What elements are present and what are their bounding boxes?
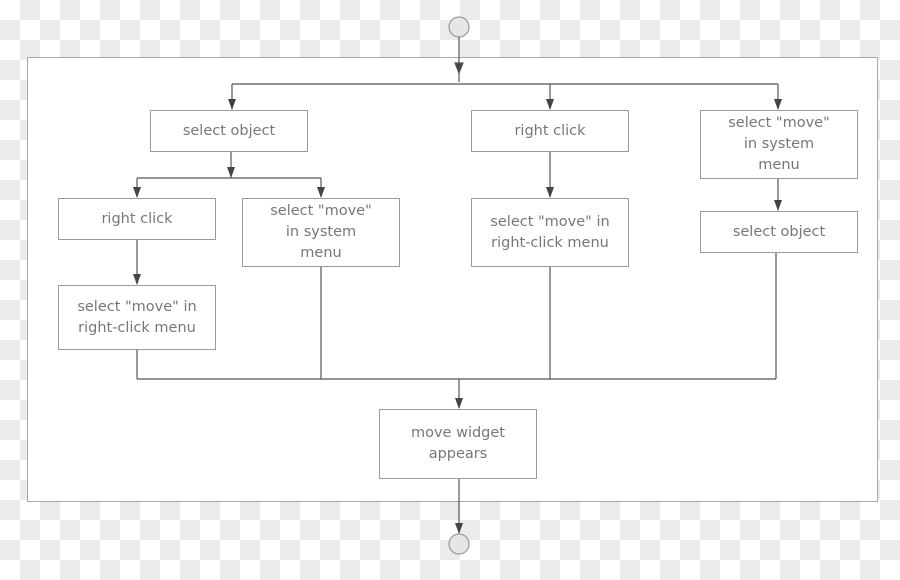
arrowhead: [317, 187, 325, 198]
arrowhead: [546, 99, 554, 110]
arrowhead: [133, 274, 141, 285]
node-select-move-right-click-menu: select "move" in right-click menu: [471, 198, 629, 267]
node-select-move-system-menu: select "move" in system menu: [700, 110, 858, 179]
node-right-click: right click: [58, 198, 216, 240]
node-move-widget-appears: move widget appears: [379, 409, 537, 479]
arrowhead: [774, 99, 782, 110]
arrowhead: [455, 523, 463, 534]
end-node: [448, 533, 470, 555]
node-select-object: select object: [700, 211, 858, 253]
node-select-move-system-menu: select "move" in system menu: [242, 198, 400, 267]
start-node: [448, 16, 470, 38]
node-select-move-right-click-menu: select "move" in right-click menu: [58, 285, 216, 350]
arrowhead: [546, 187, 554, 198]
arrowhead: [228, 99, 236, 110]
node-select-object: select object: [150, 110, 308, 152]
arrowhead: [227, 167, 235, 178]
node-right-click: right click: [471, 110, 629, 152]
arrowhead: [133, 187, 141, 198]
arrowhead: [774, 200, 782, 211]
arrowhead: [455, 398, 463, 409]
edge: [454, 62, 464, 75]
